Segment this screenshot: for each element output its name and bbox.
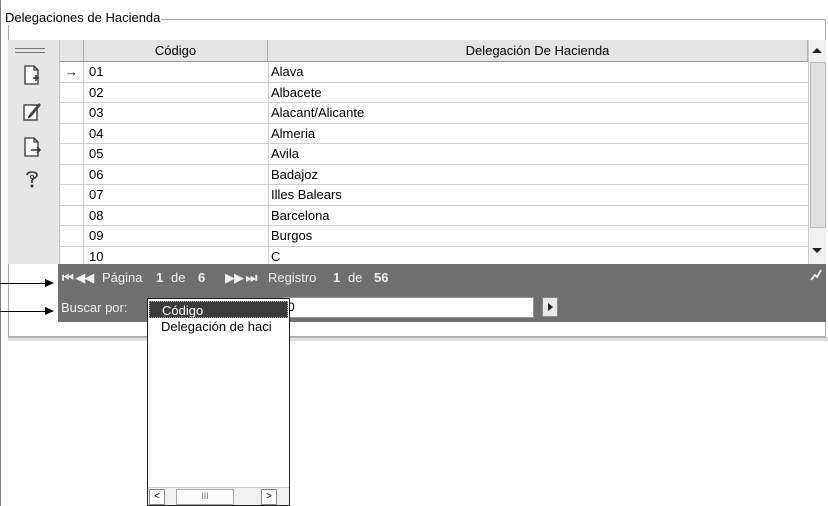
dropdown-option-delegacion[interactable]: Delegación de haci <box>149 318 288 335</box>
current-row-arrow-icon: → <box>60 62 84 82</box>
search-input[interactable]: 0 <box>284 297 534 318</box>
row-indicator-header <box>60 40 84 62</box>
search-go-button[interactable] <box>542 297 558 317</box>
page-total: 6 <box>198 270 206 285</box>
pointer-arrow-icon <box>45 279 54 287</box>
record-of: de <box>348 270 363 285</box>
scroll-thumb[interactable]: III <box>176 489 234 505</box>
panel-title: Delegaciones de Hacienda <box>4 10 162 25</box>
scroll-up-icon[interactable] <box>812 48 822 53</box>
cell-codigo: 08 <box>89 207 104 223</box>
cell-delegacion: Albacete <box>271 84 322 100</box>
table-row[interactable]: 10 C <box>60 246 808 264</box>
cell-codigo: 10 <box>89 248 104 264</box>
cell-delegacion: C <box>271 248 281 264</box>
search-field-dropdown[interactable]: Código Delegación de haci < III > <box>147 298 290 506</box>
cell-delegacion: Badajoz <box>271 166 318 182</box>
table-row[interactable]: 06 Badajoz <box>60 164 808 185</box>
dropdown-horizontal-scrollbar[interactable]: < III > <box>148 487 289 505</box>
cell-codigo: 03 <box>89 105 104 120</box>
help-icon[interactable] <box>21 168 43 190</box>
cell-codigo: 06 <box>89 166 104 182</box>
grid-rows: → 01 Alava 02 Albacete 03 Alacant/Alicante 0… <box>60 62 808 264</box>
page-label: Página <box>102 270 143 285</box>
first-prev-page-buttons[interactable]: ⏮ ◀◀ <box>62 270 94 286</box>
pager-bar: ⏮ ◀◀ Página 1 de 6 ▶▶ ⏭ Registro 1 de 56 <box>58 264 826 292</box>
search-label: Buscar por: <box>61 300 128 315</box>
table-row[interactable]: → 01 Alava <box>60 62 808 83</box>
cell-delegacion: Barcelona <box>271 207 330 223</box>
cell-delegacion: Alava <box>271 64 304 79</box>
next-last-page-buttons[interactable]: ▶▶ ⏭ <box>225 270 257 286</box>
dropdown-option-codigo[interactable]: Código <box>149 301 288 318</box>
pointer-arrow-line <box>0 283 46 284</box>
splitter[interactable] <box>8 337 828 341</box>
cell-codigo: 04 <box>89 125 104 141</box>
scroll-thumb[interactable] <box>810 62 826 228</box>
scroll-left-icon[interactable]: < <box>149 489 165 505</box>
pointer-arrow-icon <box>45 307 54 315</box>
table-row[interactable]: 03 Alacant/Alicante <box>60 103 808 124</box>
cell-delegacion: Avila <box>271 146 299 161</box>
record-current: 1 <box>333 270 341 285</box>
table-row[interactable]: 07 Illes Balears <box>60 185 808 206</box>
table-row[interactable]: 02 Albacete <box>60 82 808 103</box>
record-label: Registro <box>268 270 317 285</box>
scroll-down-icon[interactable] <box>812 248 822 253</box>
new-record-icon[interactable] <box>21 64 43 86</box>
cell-delegacion: Burgos <box>271 228 313 243</box>
scroll-right-icon[interactable]: > <box>261 489 277 505</box>
cell-codigo: 07 <box>89 187 104 202</box>
table-row[interactable]: 08 Barcelona <box>60 205 808 226</box>
page-of: de <box>171 270 186 285</box>
cell-codigo: 05 <box>89 146 104 161</box>
expand-icon[interactable] <box>810 268 822 285</box>
grid-toolbar <box>8 40 60 264</box>
page-current: 1 <box>156 270 164 285</box>
grid-vertical-scrollbar[interactable] <box>808 40 826 264</box>
record-total: 56 <box>374 270 389 285</box>
cell-codigo: 09 <box>89 228 104 243</box>
cell-codigo: 01 <box>89 64 104 79</box>
column-header-delegacion[interactable]: Delegación De Hacienda <box>268 40 808 62</box>
column-header-codigo[interactable]: Código <box>84 40 268 62</box>
cell-delegacion: Illes Balears <box>271 187 342 202</box>
export-record-icon[interactable] <box>21 136 43 158</box>
table-row[interactable]: 05 Avila <box>60 144 808 165</box>
cell-codigo: 02 <box>89 84 104 100</box>
handle-icon[interactable] <box>15 48 45 53</box>
cell-delegacion: Almeria <box>271 125 316 141</box>
cell-delegacion: Alacant/Alicante <box>271 105 365 120</box>
pointer-arrow-line <box>0 311 46 312</box>
table-row[interactable]: 04 Almeria <box>60 123 808 144</box>
edit-record-icon[interactable] <box>21 100 43 122</box>
table-row[interactable]: 09 Burgos <box>60 226 808 247</box>
